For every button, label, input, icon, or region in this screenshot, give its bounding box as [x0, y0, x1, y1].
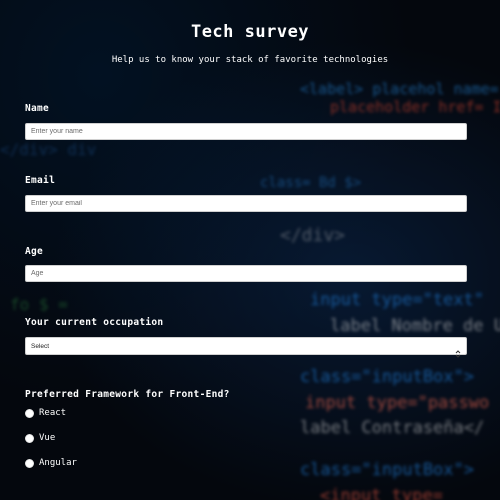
background-code-line: placeholder href= I	[330, 98, 500, 116]
radio-label-vue: Vue	[39, 433, 56, 443]
age-label: Age	[25, 246, 44, 257]
occupation-select-value: Select	[31, 342, 50, 350]
background-code-line: class="inputBox">	[300, 367, 474, 387]
radio-option-vue[interactable]: Vue	[25, 432, 55, 444]
radio-option-react[interactable]: React	[25, 407, 66, 419]
radio-button[interactable]	[25, 433, 34, 443]
radio-button[interactable]	[25, 408, 34, 418]
occupation-label: Your current occupation	[25, 317, 164, 328]
email-label: Email	[25, 175, 56, 186]
background-code-line: label Contraseña</	[300, 418, 485, 438]
radio-button[interactable]	[25, 458, 34, 468]
email-input[interactable]	[25, 195, 467, 212]
framework-question-label: Preferred Framework for Front-End?	[25, 389, 230, 400]
radio-label-react: React	[39, 408, 67, 418]
radio-label-angular: Angular	[39, 458, 77, 468]
chevron-updown-icon	[455, 343, 461, 358]
background-code-line: </div>	[280, 225, 346, 246]
background-code-line: fo $ =	[10, 295, 68, 314]
background-code-line: <input type=	[320, 486, 443, 500]
code-background-image: <label> placehol name= placeholder href=…	[0, 0, 500, 500]
background-code-line: input type="text"	[310, 290, 484, 310]
background-code-line: class="inputBox">	[300, 460, 474, 480]
radio-option-angular[interactable]: Angular	[25, 457, 77, 469]
occupation-select[interactable]: Select	[25, 337, 467, 358]
name-label: Name	[25, 103, 50, 114]
age-input[interactable]	[25, 265, 467, 282]
background-code-line: <label> placehol name=	[300, 80, 499, 98]
background-code-line: </div> div	[0, 140, 97, 159]
background-code-line: input type="passwo	[305, 393, 490, 413]
page-title: Tech survey	[190, 22, 310, 42]
page-description: Help us to know your stack of favorite t…	[111, 55, 389, 65]
name-input[interactable]	[25, 123, 467, 140]
background-code-line: label Nombre de Us	[330, 316, 500, 336]
background-code-line: class= Bd $>	[260, 175, 362, 191]
